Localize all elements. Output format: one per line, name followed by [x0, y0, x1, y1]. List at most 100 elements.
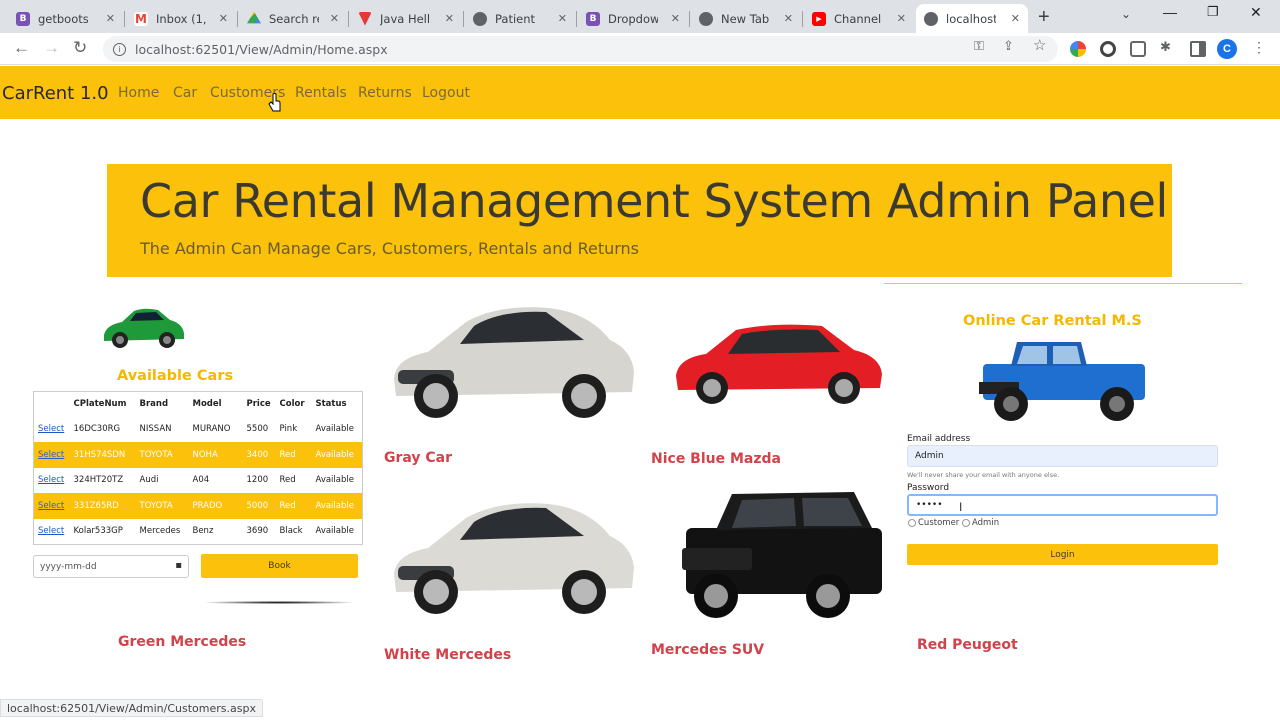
radio-admin[interactable]: Admin [962, 518, 999, 528]
site-navbar: CarRent 1.0 Home Car Customers Rentals R… [0, 66, 1280, 119]
radio-circle-icon[interactable] [962, 519, 970, 527]
car-caption: Nice Blue Mazda [651, 451, 781, 467]
available-cars-title: Available Cars [117, 368, 234, 384]
bookmark-star-icon[interactable]: ☆ [1033, 36, 1046, 54]
window-close-icon[interactable]: ✕ [1250, 4, 1262, 21]
select-link[interactable]: Select [38, 475, 64, 485]
close-icon[interactable]: ✕ [330, 12, 339, 25]
tab-search-chevron-icon[interactable]: ⌄ [1121, 7, 1131, 21]
status-url: localhost:62501/View/Admin/Customers.asp… [7, 701, 256, 715]
address-bar-row: ← → ↻ i localhost:62501/View/Admin/Home.… [0, 33, 1280, 65]
share-icon[interactable]: ⇪ [1003, 38, 1014, 54]
nav-link-returns[interactable]: Returns [358, 85, 412, 101]
column-header [34, 392, 70, 417]
email-label: Email address [907, 434, 971, 444]
divider [205, 601, 353, 604]
tab-drive-search[interactable]: Search res ✕ [239, 4, 347, 33]
close-icon[interactable]: ✕ [784, 12, 793, 25]
column-header: Price [246, 399, 271, 410]
table-cell: Available [311, 442, 363, 468]
select-link[interactable]: Select [38, 501, 64, 511]
select-link[interactable]: Select [38, 526, 64, 536]
table-cell: 16DC30RG [73, 424, 121, 435]
tab-gmail-inbox[interactable]: M Inbox (1,3 ✕ [126, 4, 236, 33]
nav-link-rentals[interactable]: Rentals [295, 85, 347, 101]
tab-separator [237, 11, 238, 27]
white-mercedes-image[interactable] [388, 496, 638, 618]
tab-label: Java Hello [380, 11, 430, 26]
close-icon[interactable]: ✕ [897, 12, 906, 25]
close-icon[interactable]: ✕ [1011, 12, 1020, 25]
select-link[interactable]: Select [38, 424, 64, 434]
nav-link-car[interactable]: Car [173, 85, 197, 101]
table-cell: Benz [192, 526, 214, 536]
email-field[interactable]: Admin [907, 445, 1218, 467]
tab-dropdown[interactable]: B Dropdown ✕ [578, 4, 688, 33]
tab-label: Patient [495, 11, 536, 26]
table-cell: Available [311, 493, 363, 519]
password-field[interactable]: ••••• [907, 494, 1218, 516]
side-panel-icon[interactable] [1190, 41, 1206, 57]
chrome-extension-icon[interactable] [1070, 41, 1086, 57]
table-cell: 1200 [246, 475, 269, 486]
tab-separator [576, 11, 577, 27]
tab-new-tab[interactable]: New Tab ✕ [691, 4, 801, 33]
table-cell: Mercedes [139, 526, 181, 536]
back-arrow-icon[interactable]: ← [13, 38, 30, 58]
close-icon[interactable]: ✕ [219, 12, 228, 25]
close-icon[interactable]: ✕ [558, 12, 567, 25]
mouse-pointer-icon [268, 93, 281, 112]
url-text[interactable]: localhost:62501/View/Admin/Home.aspx [135, 42, 388, 57]
minimize-icon[interactable]: — [1163, 4, 1177, 20]
tab-localhost-active[interactable]: localhost:6 ✕ [916, 4, 1028, 33]
tab-youtube-channel[interactable]: ▶ Channel d ✕ [804, 4, 914, 33]
mercedes-suv-image[interactable] [676, 488, 888, 624]
tab-patient[interactable]: Patient ✕ [465, 4, 575, 33]
table-cell: A04 [192, 475, 210, 486]
car-caption: Green Mercedes [118, 634, 247, 650]
column-header: Status [315, 399, 347, 410]
forward-arrow-icon[interactable]: → [43, 38, 60, 58]
tab-label: New Tab [721, 11, 770, 26]
site-info-icon[interactable]: i [113, 42, 126, 56]
tab-java-hello[interactable]: Java Hello ✕ [350, 4, 462, 33]
nice-blue-mazda-image[interactable] [672, 322, 886, 406]
reload-icon[interactable]: ↻ [73, 38, 87, 58]
table-row: Select 16DC30RG NISSAN MURANO 5500 Pink … [34, 417, 363, 443]
tab-label: Channel d [834, 11, 884, 26]
divider [884, 283, 1242, 284]
nav-link-logout[interactable]: Logout [422, 85, 470, 101]
profile-avatar[interactable]: C [1217, 39, 1237, 59]
nav-link-home[interactable]: Home [118, 85, 159, 101]
login-button[interactable]: Login [907, 544, 1218, 565]
column-header: Model [192, 399, 222, 410]
new-tab-button[interactable]: + [1038, 6, 1050, 29]
calendar-icon[interactable]: ▪ [175, 560, 182, 571]
book-button[interactable]: Book [201, 554, 358, 578]
car-caption: White Mercedes [384, 647, 512, 663]
car-caption: Gray Car [384, 450, 453, 466]
tab-label: getbootst [38, 11, 88, 26]
puzzle-extensions-icon[interactable]: ✱ [1160, 39, 1171, 55]
rental-date-input[interactable]: yyyy-mm-dd ▪ [33, 555, 189, 578]
extension-icon[interactable] [1130, 41, 1146, 57]
extension-icon[interactable] [1100, 41, 1116, 57]
select-link[interactable]: Select [38, 450, 64, 460]
close-icon[interactable]: ✕ [671, 12, 680, 25]
close-icon[interactable]: ✕ [445, 12, 454, 25]
close-icon[interactable]: ✕ [106, 12, 115, 25]
navbar-brand[interactable]: CarRent 1.0 [2, 83, 109, 104]
gray-car-image[interactable] [388, 300, 638, 422]
drive-icon [247, 11, 261, 24]
table-cell: NOHA [188, 442, 243, 468]
restore-icon[interactable]: ❐ [1207, 4, 1219, 20]
radio-circle-icon[interactable] [908, 519, 916, 527]
url-omnibox[interactable]: i localhost:62501/View/Admin/Home.aspx [103, 36, 1058, 62]
menu-kebab-icon[interactable]: ⋮ [1252, 39, 1266, 56]
key-icon[interactable]: ⚿ [974, 38, 984, 54]
globe-icon [699, 11, 713, 26]
tab-separator [802, 11, 803, 27]
table-cell: TOYOTA [135, 442, 189, 468]
radio-customer[interactable]: Customer [908, 518, 959, 528]
tab-getbootstrap[interactable]: B getbootst ✕ [8, 4, 123, 33]
